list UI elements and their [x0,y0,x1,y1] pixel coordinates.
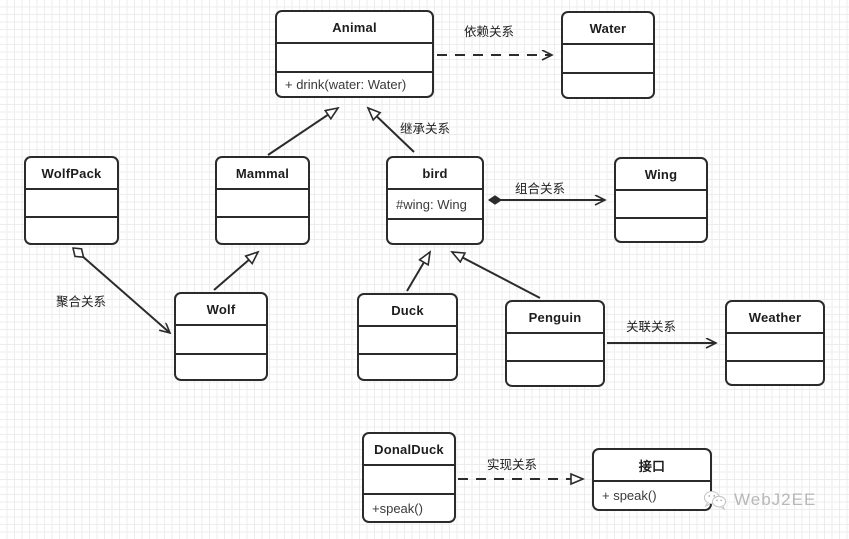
class-name-bird: bird [422,165,448,181]
class-attributes-animal [277,42,432,71]
class-box-wing[interactable]: Wing [614,157,708,243]
class-name-wolf: Wolf [206,301,236,317]
class-operations-water [563,72,653,97]
class-box-bird[interactable]: bird #wing: Wing [386,156,484,245]
class-attributes-bird: #wing: Wing [388,188,482,218]
class-operations-bird [388,218,482,243]
class-name-penguin: Penguin [528,309,582,325]
relationship-penguin-bird [452,252,541,299]
relationship-wolf-mammal [213,252,258,291]
class-attributes-weather [727,332,823,360]
class-operations-duck [359,353,456,379]
class-attributes-penguin [507,332,603,360]
class-operations-wing [616,217,706,241]
class-attributes-donalduck [364,464,454,493]
class-operations-animal: + drink(water: Water) [277,71,432,96]
relationship-label-composition: 组合关系 [515,182,566,196]
watermark-text: WebJ2EE [734,490,817,509]
class-attributes-wing [616,189,706,217]
class-operations-wolfpack [26,216,117,243]
class-name-mammal: Mammal [235,165,290,181]
class-box-penguin[interactable]: Penguin [505,300,605,387]
wechat-icon [703,490,727,511]
class-operations-interface: + speak() [594,480,710,509]
class-name-wing: Wing [644,166,678,182]
relationship-duck-bird [406,252,430,292]
class-name-weather: Weather [748,309,802,325]
class-name-animal: Animal [332,19,377,35]
relationship-label-realization: 实现关系 [487,458,538,472]
class-box-mammal[interactable]: Mammal [215,156,310,245]
class-box-wolfpack[interactable]: WolfPack [24,156,119,245]
relationship-label-association: 关联关系 [626,320,677,334]
class-operations-penguin [507,360,603,385]
relationship-mammal-animal [267,108,338,156]
class-name-donalduck: DonalDuck [374,441,444,457]
watermark: WebJ2EE [702,489,816,511]
relationship-label-dependency: 依赖关系 [464,25,515,39]
class-name-wolfpack: WolfPack [41,165,102,181]
class-box-donalduck[interactable]: DonalDuck +speak() [362,432,456,523]
class-name-interface: 接口 [638,458,666,474]
class-operations-wolf [176,353,266,379]
class-box-water[interactable]: Water [561,11,655,99]
class-attributes-duck [359,325,456,353]
class-operations-weather [727,360,823,384]
class-attributes-water [563,43,653,72]
class-box-weather[interactable]: Weather [725,300,825,386]
class-box-wolf[interactable]: Wolf [174,292,268,381]
class-operations-donalduck: +speak() [364,493,454,521]
class-name-water: Water [589,20,627,36]
class-operations-mammal [217,216,308,243]
relationship-label-inheritance: 继承关系 [400,122,451,136]
relationship-label-aggregation: 聚合关系 [56,295,107,309]
class-name-duck: Duck [391,302,424,318]
class-box-animal[interactable]: Animal + drink(water: Water) [275,10,434,98]
class-attributes-wolfpack [26,188,117,216]
class-attributes-mammal [217,188,308,216]
class-box-duck[interactable]: Duck [357,293,458,381]
class-box-interface[interactable]: 接口 + speak() [592,448,712,511]
class-attributes-wolf [176,324,266,353]
uml-diagram-canvas: Water : dependency (dashed, open arrow) … [0,0,849,539]
